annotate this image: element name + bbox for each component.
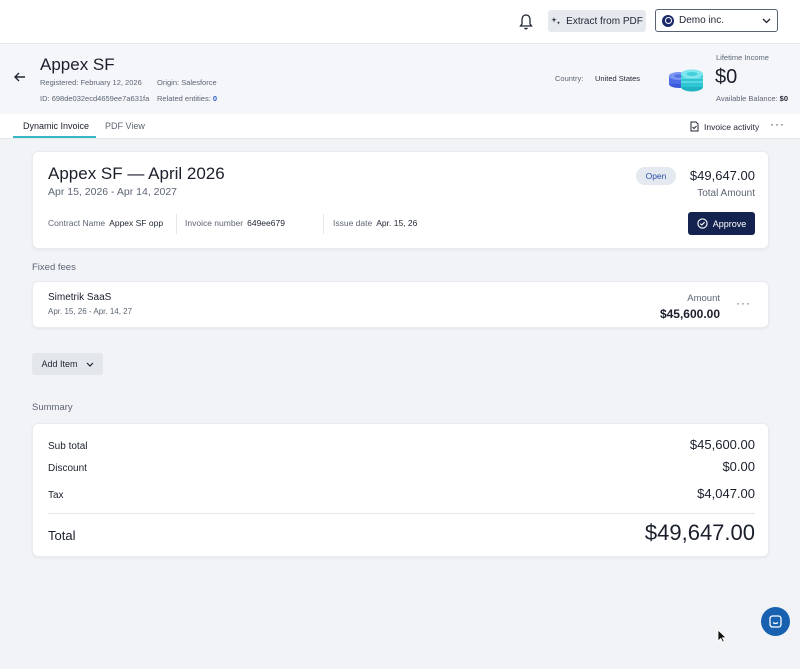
extract-from-pdf-label: Extract from PDF bbox=[566, 15, 643, 27]
country-value: United States bbox=[595, 74, 641, 83]
invoice-title: Appex SF — April 2026 bbox=[48, 164, 225, 183]
back-arrow-icon[interactable] bbox=[13, 70, 27, 84]
summary-row: Tax $4,047.00 bbox=[48, 486, 755, 501]
tab-bar: Dynamic Invoice PDF View Invoice activit… bbox=[0, 114, 800, 139]
invoice-card: Appex SF — April 2026 Apr 15, 2026 - Apr… bbox=[32, 151, 769, 249]
bell-icon[interactable] bbox=[518, 13, 534, 31]
summary-row-label: Tax bbox=[48, 490, 64, 501]
invoice-total-label: Total Amount bbox=[697, 188, 755, 199]
coins-icon bbox=[669, 69, 703, 92]
organization-select[interactable]: Demo inc. bbox=[655, 9, 778, 32]
contract-name-field: Contract Name Appex SF opp bbox=[48, 218, 163, 228]
add-item-label: Add Item bbox=[41, 359, 78, 369]
summary-card: Sub total $45,600.00 Discount $0.00 Tax … bbox=[32, 423, 769, 557]
tab-pdf-view[interactable]: PDF View bbox=[105, 121, 145, 131]
summary-row-label: Discount bbox=[48, 463, 87, 474]
fee-period: Apr. 15, 26 - Apr. 14, 27 bbox=[48, 307, 133, 316]
id-meta: ID: 698de032ecd4659ee7a631fa bbox=[40, 94, 149, 103]
origin-meta: Origin: Salesforce bbox=[157, 78, 217, 87]
issue-date-value: Apr. 15, 26 bbox=[376, 218, 418, 228]
summary-row-label: Sub total bbox=[48, 441, 88, 452]
invoice-number-value: 649ee679 bbox=[247, 218, 285, 228]
country-label: Country: bbox=[555, 74, 584, 83]
id-value: 698de032ecd4659ee7a631fa bbox=[51, 94, 150, 103]
chat-launcher-button[interactable] bbox=[761, 607, 790, 636]
active-tab-indicator bbox=[13, 136, 96, 138]
organization-name: Demo inc. bbox=[679, 15, 725, 26]
related-entities-link[interactable]: 0 bbox=[213, 94, 217, 103]
summary-row-value: $4,047.00 bbox=[697, 486, 755, 501]
approve-label: Approve bbox=[712, 218, 747, 229]
registered-value: February 12, 2026 bbox=[80, 78, 142, 87]
related-entities-label: Related entities: bbox=[157, 94, 211, 103]
summary-row-value: $0.00 bbox=[722, 459, 755, 474]
invoice-total-amount: $49,647.00 bbox=[689, 168, 755, 183]
top-bar: Extract from PDF Demo inc. bbox=[0, 0, 800, 44]
summary-row: Sub total $45,600.00 bbox=[48, 437, 755, 452]
fixed-fees-heading: Fixed fees bbox=[32, 262, 76, 273]
fee-name: Simetrik SaaS bbox=[48, 292, 112, 303]
summary-row-value: $45,600.00 bbox=[689, 437, 755, 452]
summary-total-row: Total $49,647.00 bbox=[48, 520, 755, 546]
invoice-activity-label: Invoice activity bbox=[704, 121, 760, 132]
issue-date-field: Issue date Apr. 15, 26 bbox=[333, 218, 417, 228]
fee-more-button[interactable]: ··· bbox=[736, 296, 751, 310]
available-balance-label: Available Balance: bbox=[716, 94, 778, 103]
lifetime-income-label: Lifetime Income bbox=[716, 53, 769, 62]
fixed-fee-row: Simetrik SaaS Apr. 15, 26 - Apr. 14, 27 … bbox=[32, 281, 769, 328]
available-balance-value: $0 bbox=[779, 94, 789, 103]
registered-meta: Registered: February 12, 2026 bbox=[40, 78, 142, 87]
field-divider bbox=[176, 214, 177, 234]
registered-label: Registered: bbox=[40, 78, 79, 87]
cursor-icon bbox=[717, 629, 727, 643]
fee-amount: $45,600.00 bbox=[659, 307, 720, 321]
invoice-number-label: Invoice number bbox=[185, 218, 244, 228]
field-divider bbox=[323, 214, 324, 234]
status-badge: Open bbox=[636, 167, 676, 185]
org-avatar-icon bbox=[662, 14, 674, 27]
contract-name-value: Appex SF opp bbox=[109, 218, 164, 228]
available-balance: Available Balance: $0 bbox=[716, 94, 788, 103]
origin-value: Salesforce bbox=[181, 78, 217, 87]
page-title: Appex SF bbox=[40, 55, 115, 74]
origin-label: Origin: bbox=[157, 78, 180, 87]
check-circle-icon bbox=[697, 218, 708, 229]
chat-icon bbox=[769, 615, 782, 628]
issue-date-label: Issue date bbox=[333, 218, 373, 228]
approve-button[interactable]: Approve bbox=[688, 212, 755, 235]
lifetime-income-value: $0 bbox=[715, 66, 738, 88]
add-item-button[interactable]: Add Item bbox=[32, 353, 103, 375]
contract-name-label: Contract Name bbox=[48, 218, 106, 228]
invoice-period: Apr 15, 2026 - Apr 14, 2027 bbox=[48, 186, 178, 198]
summary-total-value: $49,647.00 bbox=[644, 520, 755, 545]
sparkle-icon bbox=[551, 17, 561, 25]
summary-heading: Summary bbox=[32, 402, 73, 413]
chevron-down-icon bbox=[86, 362, 93, 367]
summary-divider bbox=[48, 513, 755, 514]
more-options-button[interactable]: ··· bbox=[770, 117, 785, 131]
entity-header: Appex SF Registered: February 12, 2026 O… bbox=[0, 44, 800, 114]
invoice-activity-button[interactable]: Invoice activity bbox=[690, 121, 759, 132]
summary-row: Discount $0.00 bbox=[48, 459, 755, 474]
summary-total-label: Total bbox=[48, 528, 76, 543]
related-entities-meta: Related entities: 0 bbox=[157, 94, 217, 103]
chevron-down-icon bbox=[762, 18, 771, 23]
extract-from-pdf-button[interactable]: Extract from PDF bbox=[548, 10, 646, 32]
document-icon bbox=[690, 121, 699, 132]
invoice-number-field: Invoice number 649ee679 bbox=[185, 218, 285, 228]
tab-dynamic-invoice[interactable]: Dynamic Invoice bbox=[23, 121, 89, 131]
fee-amount-label: Amount bbox=[687, 293, 720, 304]
id-label: ID: bbox=[40, 94, 50, 103]
